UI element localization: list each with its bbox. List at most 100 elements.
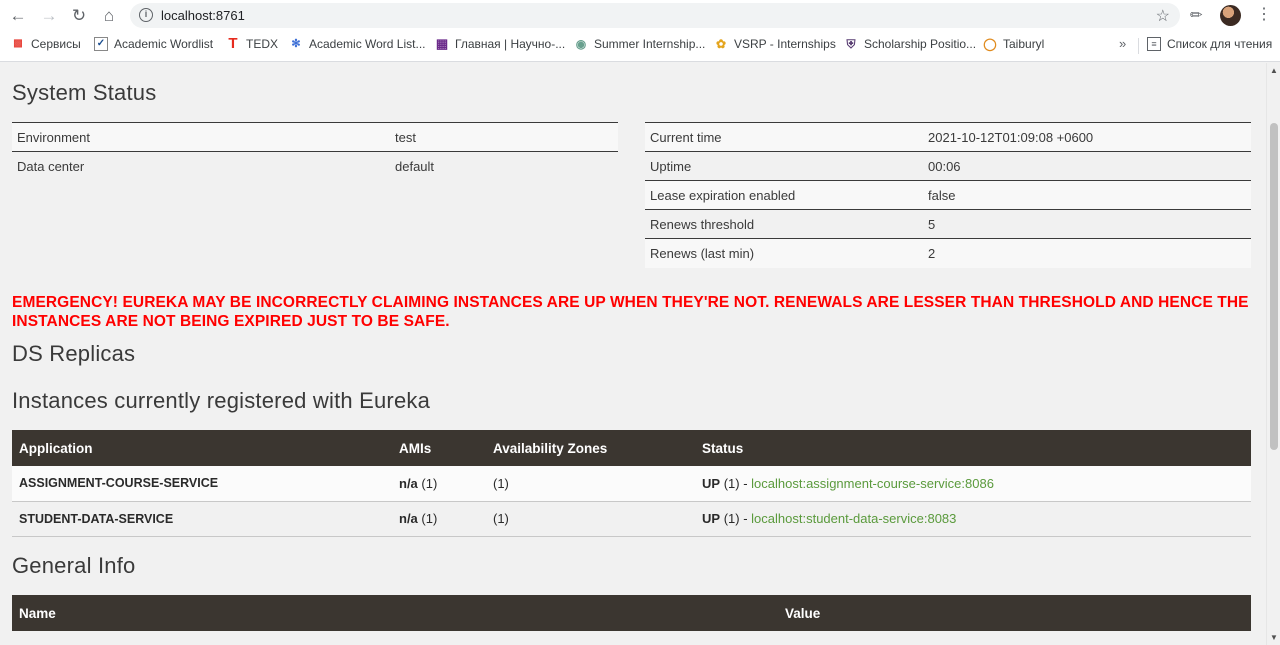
ds-replicas-title: DS Replicas bbox=[12, 341, 136, 366]
scroll-down-icon[interactable]: ▼ bbox=[1270, 633, 1278, 642]
bookmark-label: VSRP - Internships bbox=[734, 37, 836, 51]
page-scrollbar[interactable]: ▲ ▼ bbox=[1266, 63, 1280, 645]
status-key: Lease expiration enabled bbox=[645, 180, 923, 210]
status-up: UP bbox=[702, 475, 721, 491]
status-count: (1) - bbox=[723, 475, 748, 491]
instances-title: Instances currently registered with Eure… bbox=[12, 388, 431, 413]
table-row: Lease expiration enabled false bbox=[645, 180, 1251, 210]
site-info-icon[interactable]: i bbox=[139, 8, 153, 22]
zones-cell: (1) bbox=[486, 466, 695, 502]
browser-chrome: ← → ↻ ⌂ i localhost:8761 ☆ ✏ ⋮ ▩ Сервисы… bbox=[0, 0, 1280, 62]
reading-list-label: Список для чтения bbox=[1167, 37, 1273, 51]
column-header: Name bbox=[12, 595, 778, 631]
bookmark-summer-internship[interactable]: ◉ Summer Internship... bbox=[574, 37, 706, 51]
extensions-icon[interactable]: ✏ bbox=[1190, 6, 1203, 24]
instance-link[interactable]: localhost:student-data-service:8083 bbox=[751, 511, 956, 526]
bookmark-academic-wordlist[interactable]: ✓ Academic Wordlist bbox=[94, 37, 213, 51]
bookmark-label: Summer Internship... bbox=[594, 37, 706, 51]
status-key: Renews (last min) bbox=[645, 238, 923, 268]
shield-icon: ⛨ bbox=[846, 37, 856, 51]
more-bookmarks-icon[interactable]: » bbox=[1119, 36, 1126, 51]
status-value: false bbox=[923, 180, 1251, 210]
status-key: Environment bbox=[12, 122, 390, 152]
bookmark-label: Scholarship Positio... bbox=[864, 37, 977, 51]
back-icon[interactable]: ← bbox=[7, 5, 29, 27]
column-header: Value bbox=[778, 595, 1251, 631]
bookmarks-divider bbox=[1138, 38, 1139, 54]
table-row: Current time 2021-10-12T01:09:08 +0600 bbox=[645, 122, 1251, 152]
address-url[interactable]: localhost:8761 bbox=[161, 8, 245, 23]
tedx-icon: T bbox=[228, 35, 238, 52]
bookmark-label: TEDX bbox=[246, 37, 279, 51]
reading-list-icon: ≡ bbox=[1147, 37, 1161, 51]
ami-cell: n/a (1) bbox=[392, 466, 486, 502]
bookmark-label: Academic Wordlist bbox=[114, 37, 214, 51]
status-value: 5 bbox=[923, 209, 1251, 239]
bookmark-label: Главная | Научно-... bbox=[455, 37, 566, 51]
application-name: STUDENT-DATA-SERVICE bbox=[12, 501, 392, 537]
status-key: Renews threshold bbox=[645, 209, 923, 239]
address-bar[interactable]: i localhost:8761 ☆ bbox=[130, 3, 1180, 28]
checkbox-icon: ✓ bbox=[94, 37, 108, 51]
status-value: test bbox=[390, 122, 618, 152]
bookmark-label: Taiburyl bbox=[1003, 37, 1045, 51]
status-up: UP bbox=[702, 511, 721, 526]
status-cell: UP (1) - localhost:assignment-course-ser… bbox=[695, 466, 1251, 502]
bookmark-scholarship[interactable]: ⛨ Scholarship Positio... bbox=[844, 37, 976, 51]
bookmark-star-icon[interactable]: ☆ bbox=[1156, 6, 1170, 26]
ring-icon: ◯ bbox=[983, 37, 997, 51]
status-count: (1) - bbox=[723, 511, 748, 526]
column-header: AMIs bbox=[392, 430, 486, 466]
table-row: Environment test bbox=[12, 122, 618, 152]
status-key: Uptime bbox=[645, 151, 923, 181]
building-icon: ▦ bbox=[435, 36, 449, 51]
column-header: Status bbox=[695, 430, 1251, 466]
status-value: 2 bbox=[923, 238, 1251, 268]
reload-icon[interactable]: ↻ bbox=[68, 5, 90, 27]
status-key: Data center bbox=[12, 151, 390, 181]
system-status-left-table: Environment test Data center default bbox=[12, 122, 618, 181]
status-value: 00:06 bbox=[923, 151, 1251, 181]
table-row: Renews threshold 5 bbox=[645, 209, 1251, 239]
status-value: default bbox=[390, 151, 618, 181]
globe-icon: ◉ bbox=[575, 37, 587, 51]
ami-count: (1) bbox=[421, 511, 438, 526]
bookmark-label: Сервисы bbox=[31, 37, 81, 51]
forward-icon[interactable]: → bbox=[38, 5, 60, 27]
scroll-up-icon[interactable]: ▲ bbox=[1270, 66, 1278, 75]
flower-icon: ✿ bbox=[715, 37, 727, 51]
apps-icon: ▩ bbox=[13, 38, 23, 49]
ami-value: n/a bbox=[399, 511, 418, 526]
zones-cell: (1) bbox=[486, 501, 695, 537]
general-info-title: General Info bbox=[12, 553, 136, 578]
application-name: ASSIGNMENT-COURSE-SERVICE bbox=[12, 466, 392, 502]
instance-link[interactable]: localhost:assignment-course-service:8086 bbox=[751, 476, 994, 491]
table-row: Uptime 00:06 bbox=[645, 151, 1251, 181]
system-status-right-table: Current time 2021-10-12T01:09:08 +0600 U… bbox=[645, 122, 1251, 268]
browser-menu-icon[interactable]: ⋮ bbox=[1256, 4, 1272, 24]
bookmark-glavnaya[interactable]: ▦ Главная | Научно-... bbox=[435, 36, 566, 52]
bookmark-tedx[interactable]: T TEDX bbox=[226, 35, 279, 52]
bookmark-academic-word-list[interactable]: ✻ Academic Word List... bbox=[289, 37, 425, 51]
ami-cell: n/a (1) bbox=[392, 501, 486, 537]
bookmark-vsrp[interactable]: ✿ VSRP - Internships bbox=[714, 37, 836, 51]
awl-icon: ✻ bbox=[291, 38, 301, 50]
reading-list[interactable]: ≡ Список для чтения bbox=[1147, 37, 1272, 51]
browser-toolbar: ← → ↻ ⌂ i localhost:8761 ☆ ✏ ⋮ bbox=[0, 0, 1280, 31]
eureka-dashboard: System Status Environment test Data cent… bbox=[0, 63, 1266, 645]
table-row: ASSIGNMENT-COURSE-SERVICE n/a (1) (1) UP… bbox=[12, 466, 1251, 502]
ami-count: (1) bbox=[421, 475, 438, 491]
profile-avatar[interactable] bbox=[1220, 5, 1241, 26]
scrollbar-thumb[interactable] bbox=[1270, 123, 1278, 450]
table-header-row: Name Value bbox=[12, 595, 1251, 631]
emergency-warning: EMERGENCY! EUREKA MAY BE INCORRECTLY CLA… bbox=[12, 294, 1249, 330]
bookmark-taiburyl[interactable]: ◯ Taiburyl bbox=[983, 37, 1044, 51]
table-row: Renews (last min) 2 bbox=[645, 238, 1251, 268]
bookmark-apps[interactable]: ▩ Сервисы bbox=[11, 37, 81, 51]
column-header: Availability Zones bbox=[486, 430, 695, 466]
column-header: Application bbox=[12, 430, 392, 466]
table-row: STUDENT-DATA-SERVICE n/a (1) (1) UP (1) … bbox=[12, 501, 1251, 537]
home-icon[interactable]: ⌂ bbox=[98, 5, 120, 27]
table-header-row: Application AMIs Availability Zones Stat… bbox=[12, 430, 1251, 466]
system-status-title: System Status bbox=[12, 80, 157, 105]
